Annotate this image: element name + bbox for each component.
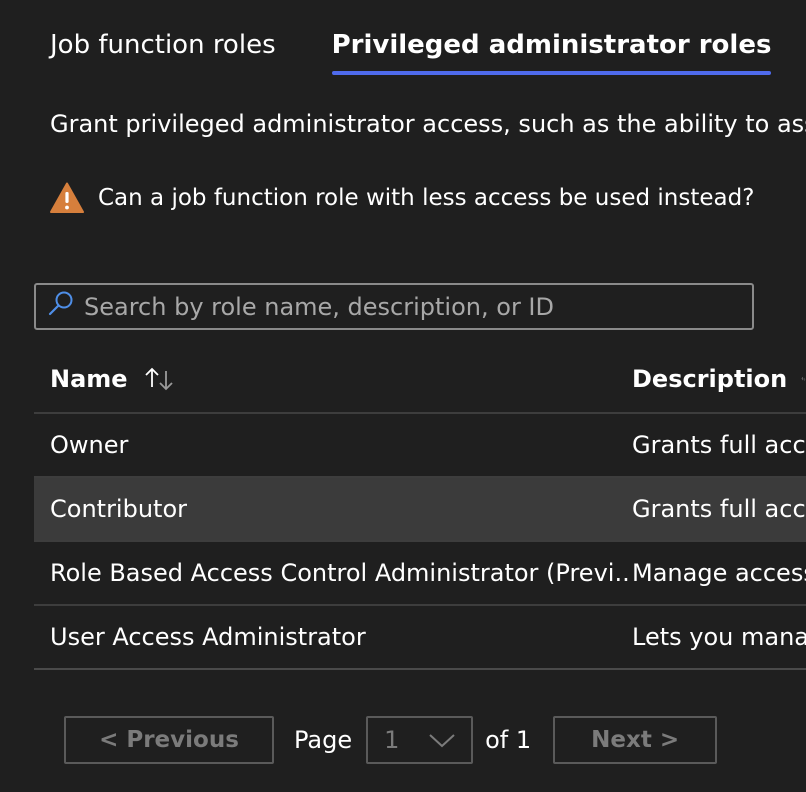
column-header-name[interactable]: Name — [34, 365, 632, 393]
table-row[interactable]: User Access Administrator Lets you manag — [34, 606, 806, 670]
role-name: User Access Administrator — [50, 623, 366, 651]
table-row[interactable]: Owner Grants full acce — [34, 414, 806, 478]
warning-icon — [50, 182, 84, 213]
tab-privileged-administrator-roles[interactable]: Privileged administrator roles — [331, 26, 771, 78]
page-select-value: 1 — [384, 726, 400, 754]
next-button[interactable]: Next > — [553, 716, 718, 764]
table-row[interactable]: Contributor Grants full acce — [34, 478, 806, 542]
chevron-down-icon — [429, 734, 455, 748]
table-header: Name Description — [34, 346, 806, 414]
search-icon — [48, 291, 73, 315]
page-count-label: of 1 — [485, 726, 532, 754]
role-description: Manage access — [632, 559, 806, 587]
role-description: Grants full acce — [632, 495, 806, 523]
previous-button[interactable]: < Previous — [64, 716, 274, 764]
role-name: Contributor — [50, 495, 188, 523]
role-name: Owner — [50, 431, 129, 459]
role-tabs: Job function roles Privileged administra… — [50, 26, 806, 78]
tab-description: Grant privileged administrator access, s… — [50, 110, 806, 138]
tab-job-function-roles[interactable]: Job function roles — [50, 26, 276, 78]
roles-table: Name Description Owner Grants full acce … — [34, 346, 806, 670]
search-box[interactable] — [34, 283, 754, 330]
sort-icon[interactable] — [142, 366, 176, 392]
page-label: Page — [294, 726, 353, 754]
role-name: Role Based Access Control Administrator … — [50, 559, 632, 587]
column-header-description[interactable]: Description — [632, 365, 806, 393]
column-header-description-label: Description — [632, 365, 788, 393]
roles-page: Job function roles Privileged administra… — [0, 0, 806, 792]
column-header-name-label: Name — [50, 365, 128, 393]
sort-icon[interactable] — [801, 366, 806, 392]
search-input[interactable] — [84, 292, 752, 321]
warning-message: Can a job function role with less access… — [50, 180, 754, 216]
role-description: Grants full acce — [632, 431, 806, 459]
pagination: < Previous Page 1 of 1 Next > — [64, 716, 718, 764]
table-row[interactable]: Role Based Access Control Administrator … — [34, 542, 806, 606]
role-description: Lets you manag — [632, 623, 806, 651]
warning-text: Can a job function role with less access… — [98, 185, 755, 211]
page-select[interactable]: 1 — [366, 716, 474, 764]
